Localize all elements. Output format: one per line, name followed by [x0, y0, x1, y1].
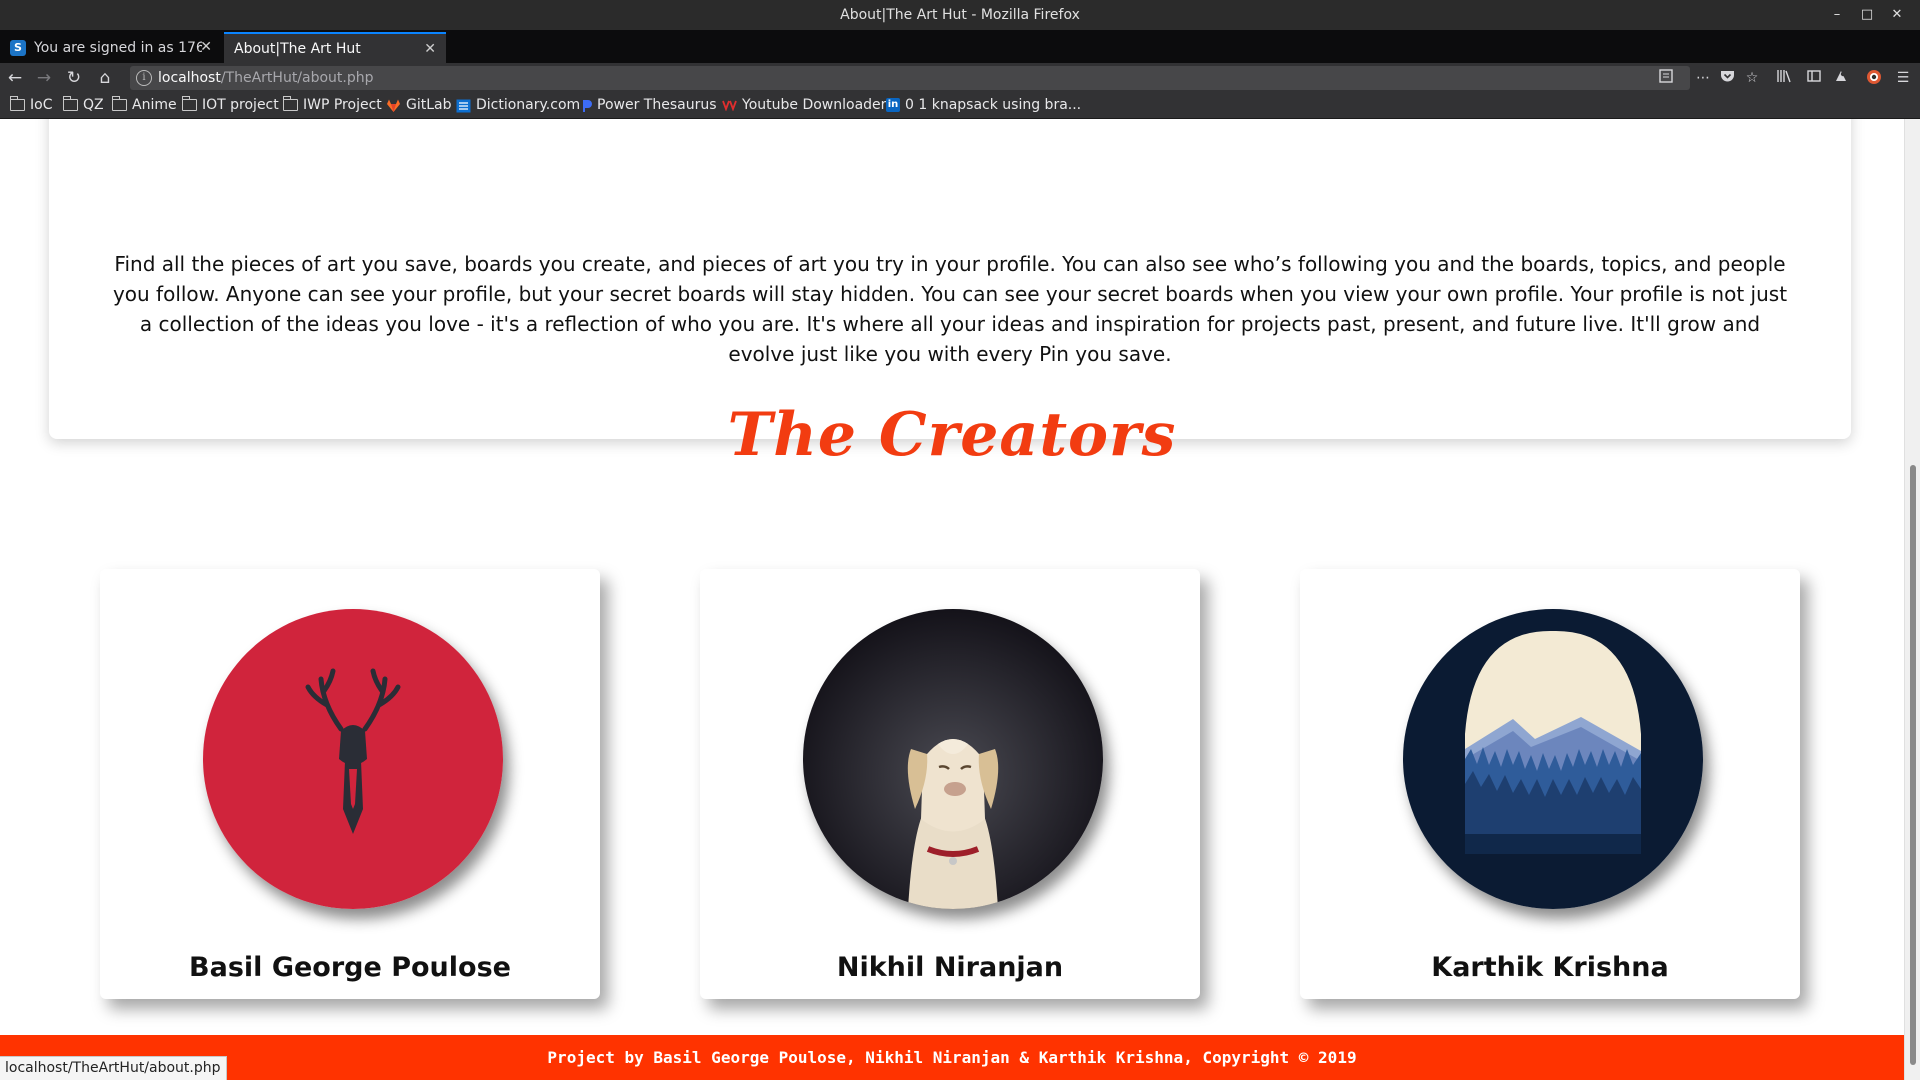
url-text[interactable]: localhost/TheArtHut/about.php	[158, 70, 374, 86]
bookmark-qz[interactable]: QZ	[63, 96, 104, 113]
vertical-scrollbar[interactable]	[1904, 119, 1920, 1080]
extension-icon[interactable]	[1865, 69, 1883, 87]
site-info-icon[interactable]: i	[136, 70, 152, 86]
tab-strip: S You are signed in as 17613 ✕ About|The…	[0, 30, 1920, 86]
tab-close-icon[interactable]: ✕	[200, 39, 212, 55]
folder-icon	[63, 96, 78, 111]
minimize-button[interactable]: –	[1826, 5, 1848, 25]
reader-view-icon[interactable]	[1657, 69, 1675, 87]
home-button[interactable]: ⌂	[94, 67, 116, 89]
back-button[interactable]: ←	[4, 67, 26, 89]
dictionary-icon	[456, 99, 471, 113]
linkedin-icon: in	[886, 98, 900, 112]
about-card: Find all the pieces of art you save, boa…	[49, 119, 1851, 439]
bookmark-label: IoC	[30, 97, 53, 113]
site-favicon-icon: S	[10, 39, 26, 56]
page-footer: Project by Basil George Poulose, Nikhil …	[0, 1035, 1904, 1080]
bookmark-anime[interactable]: Anime	[112, 96, 177, 113]
creator-card: Basil George Poulose	[100, 569, 600, 999]
about-text: Find all the pieces of art you save, boa…	[112, 252, 1788, 366]
bookmarks-toolbar: IoC QZ Anime IOT project IWP Project Git…	[0, 93, 1920, 119]
url-host: localhost	[158, 70, 221, 86]
folder-icon	[10, 96, 25, 111]
menu-icon[interactable]: ☰	[1894, 69, 1912, 87]
creator-card: Karthik Krishna	[1300, 569, 1800, 999]
bookmark-iot-project[interactable]: IOT project	[182, 96, 279, 113]
tab-about-art-hut[interactable]: About|The Art Hut ✕	[224, 32, 446, 63]
bookmark-knapsack[interactable]: in 0 1 knapsack using bra...	[886, 97, 1081, 113]
reload-button[interactable]: ↻	[63, 67, 85, 89]
sidebar-icon[interactable]	[1805, 69, 1823, 87]
bookmark-label: IWP Project	[303, 97, 382, 113]
creator-card: Nikhil Niranjan	[700, 569, 1200, 999]
bookmark-power-thesaurus[interactable]: Power Thesaurus	[582, 97, 717, 113]
url-bar[interactable]: i localhost/TheArtHut/about.php	[130, 66, 1690, 90]
bookmark-label: Youtube Downloader	[742, 97, 887, 113]
deer-avatar	[203, 609, 503, 909]
window-titlebar: About|The Art Hut - Mozilla Firefox – □ …	[0, 0, 1920, 30]
bookmark-dictionary[interactable]: Dictionary.com	[456, 97, 580, 113]
folder-icon	[112, 96, 127, 111]
tab-signed-in[interactable]: S You are signed in as 17613 ✕	[0, 32, 222, 63]
creator-name: Nikhil Niranjan	[836, 952, 1064, 983]
window-title: About|The Art Hut - Mozilla Firefox	[840, 7, 1080, 23]
gitlab-icon	[386, 99, 401, 112]
scrollbar-thumb[interactable]	[1910, 465, 1916, 1065]
bookmark-youtube-downloader[interactable]: Youtube Downloader	[722, 97, 886, 113]
page-viewport: Find all the pieces of art you save, boa…	[0, 119, 1904, 1080]
status-bar: localhost/TheArtHut/about.php	[0, 1056, 227, 1080]
folder-icon	[283, 96, 298, 111]
library-icon[interactable]	[1775, 69, 1793, 87]
close-window-button[interactable]: ✕	[1886, 5, 1908, 25]
bookmark-gitlab[interactable]: GitLab	[386, 97, 452, 113]
creator-name: Basil George Poulose	[189, 952, 511, 983]
bookmark-label: Anime	[132, 97, 177, 113]
thesaurus-icon	[582, 99, 592, 112]
dog-avatar	[803, 609, 1103, 909]
youtube-icon	[722, 99, 737, 112]
navigation-toolbar: ← → ↻ ⌂ i localhost/TheArtHut/about.php …	[0, 63, 1920, 93]
tab-label: About|The Art Hut	[234, 40, 361, 57]
footer-text: Project by Basil George Poulose, Nikhil …	[547, 1048, 1357, 1067]
creators-heading: The Creators	[727, 400, 1177, 470]
forward-button[interactable]: →	[33, 67, 55, 89]
extension-icon[interactable]	[1832, 69, 1850, 87]
creator-name: Karthik Krishna	[1431, 952, 1669, 983]
maximize-button[interactable]: □	[1856, 5, 1878, 25]
tab-close-icon[interactable]: ✕	[424, 41, 436, 57]
bookmark-label: QZ	[83, 97, 104, 113]
bookmark-label: Power Thesaurus	[597, 97, 717, 113]
tab-label: You are signed in as 17613	[34, 39, 202, 56]
star-icon[interactable]: ☆	[1743, 69, 1761, 87]
bookmark-iwp-project[interactable]: IWP Project	[283, 96, 382, 113]
url-path: /TheArtHut/about.php	[220, 70, 374, 86]
bookmark-label: 0 1 knapsack using bra...	[905, 97, 1082, 113]
pocket-icon[interactable]	[1718, 69, 1736, 87]
mountain-avatar	[1403, 609, 1703, 909]
bookmark-label: Dictionary.com	[476, 97, 581, 113]
bookmark-label: IOT project	[202, 97, 279, 113]
more-icon[interactable]: ⋯	[1694, 69, 1712, 87]
bookmark-ioc[interactable]: IoC	[10, 96, 53, 113]
bookmark-label: GitLab	[406, 97, 452, 113]
folder-icon	[182, 96, 197, 111]
